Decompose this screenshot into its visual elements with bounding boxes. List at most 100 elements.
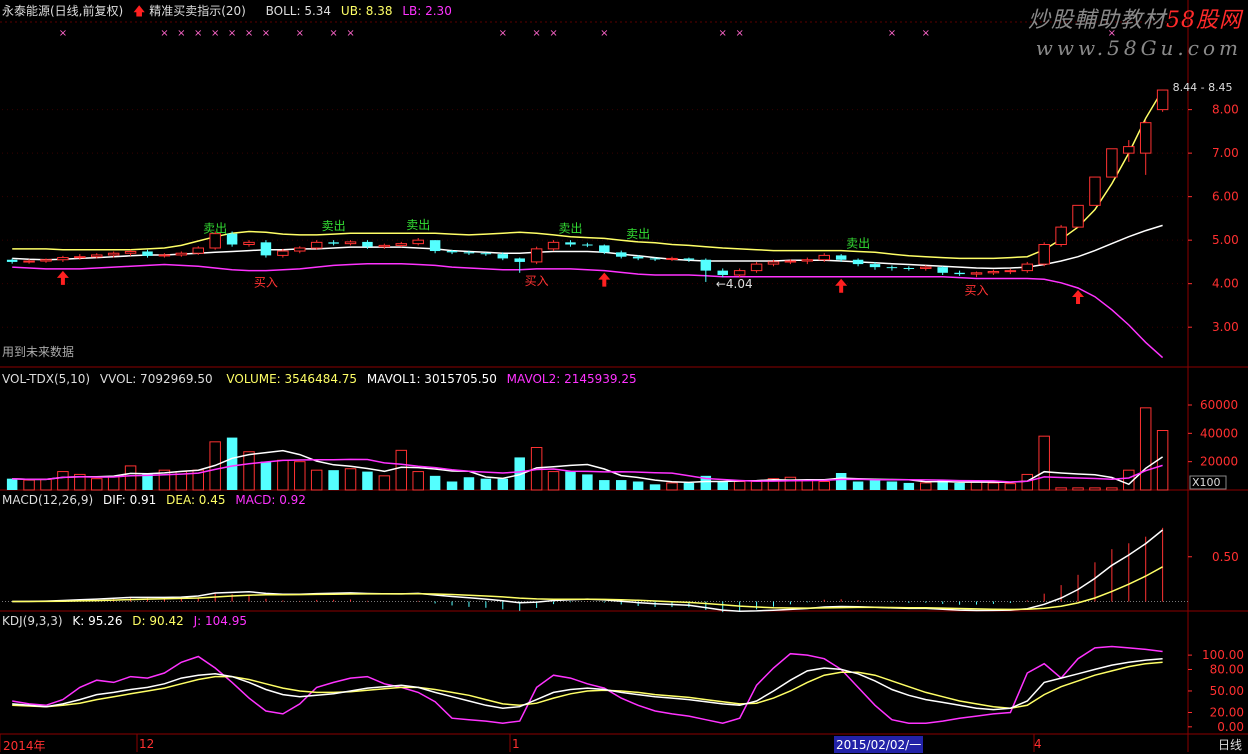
buy-arrow-icon: [56, 270, 69, 285]
candle-body: [57, 257, 69, 261]
x-label-4: 4: [1034, 737, 1042, 751]
candle[interactable]: [970, 271, 983, 278]
kdj-panel[interactable]: [12, 645, 1163, 724]
vol-name[interactable]: VOL-TDX(5,10): [2, 372, 90, 386]
candle[interactable]: [1055, 224, 1067, 247]
macd-name[interactable]: MACD(12,26,9): [2, 493, 93, 507]
candle[interactable]: [429, 240, 441, 254]
watermark: 炒股輔助教材58股网 www.58Gu.com: [1028, 2, 1242, 60]
candle[interactable]: [1072, 204, 1084, 228]
candle[interactable]: [733, 268, 746, 278]
lower-band-line: [12, 262, 1164, 359]
volume-bar: [1139, 407, 1152, 491]
volume-panel[interactable]: [6, 407, 1169, 491]
signal-x-icon: ×: [177, 28, 185, 39]
volume-bar: [565, 471, 576, 490]
indicator-name[interactable]: 精准买卖指示(20): [149, 4, 246, 18]
candle-body: [1004, 270, 1017, 273]
candle[interactable]: [158, 253, 171, 258]
candle-body: [6, 259, 18, 262]
candle[interactable]: [1139, 120, 1152, 175]
volume-bar: [260, 461, 272, 490]
buy-signal-label: 买入: [965, 283, 989, 297]
sell-signal-label: 卖出: [203, 222, 227, 236]
volume-bar: [344, 468, 357, 491]
candle[interactable]: [954, 270, 965, 276]
candle[interactable]: [395, 241, 408, 248]
candle[interactable]: [582, 242, 593, 248]
candle[interactable]: [175, 251, 188, 257]
candle[interactable]: [565, 240, 576, 247]
candle[interactable]: [378, 243, 391, 249]
candle[interactable]: [547, 240, 560, 252]
volume-bar: [649, 484, 661, 490]
candle[interactable]: [886, 265, 898, 271]
volume-bar: [90, 478, 103, 491]
kdj-tick-label: 50.00: [1210, 684, 1244, 698]
candle-body: [750, 263, 763, 272]
period-button[interactable]: 日线: [1218, 736, 1242, 753]
signal-x-icon: ×: [194, 28, 202, 39]
candle-body: [700, 259, 712, 271]
candle[interactable]: [260, 240, 272, 258]
candle[interactable]: [801, 257, 814, 265]
candle[interactable]: [1156, 89, 1169, 112]
stock-title[interactable]: 永泰能源(日线,前复权): [2, 4, 123, 18]
candle[interactable]: [530, 246, 543, 265]
volume-bar: [497, 478, 509, 490]
candle[interactable]: [328, 240, 339, 246]
candle-body: [294, 247, 306, 252]
candle-body: [886, 267, 898, 269]
ub-value: UB: 8.38: [340, 4, 393, 18]
candle[interactable]: [987, 269, 1000, 275]
candle[interactable]: [750, 261, 763, 273]
candle[interactable]: [903, 266, 915, 271]
sell-signal-label: 卖出: [322, 219, 346, 233]
signal-x-icon: ×: [719, 28, 727, 39]
macd-panel[interactable]: [2, 527, 1188, 613]
candle[interactable]: [1004, 268, 1017, 275]
kdj-header: KDJ(9,3,3) K: 95.26 D: 90.42 J: 104.95: [2, 614, 253, 628]
signal-x-icon: ×: [160, 28, 168, 39]
volume-bar: [582, 474, 593, 490]
candle[interactable]: [1038, 242, 1050, 267]
candle-body: [192, 247, 205, 254]
candle[interactable]: [310, 240, 323, 250]
volume-bar: [733, 481, 746, 491]
candle[interactable]: [1106, 148, 1118, 178]
volume-bar: [480, 478, 492, 490]
vol-mavol1: MAVOL1: 3015705.50: [366, 372, 497, 386]
candle-body: [818, 254, 830, 261]
future-data-note: 用到未来数据: [2, 345, 75, 359]
selected-date[interactable]: 2015/02/02/一: [834, 736, 924, 753]
candle[interactable]: [852, 258, 864, 267]
candle[interactable]: [142, 249, 153, 258]
volume-bar: [835, 473, 847, 490]
candle[interactable]: [294, 246, 306, 254]
kdj-d: D: 90.42: [132, 614, 184, 628]
candle[interactable]: [412, 237, 424, 246]
macd-tick-label: 0.50: [1212, 550, 1239, 564]
candle[interactable]: [683, 257, 695, 262]
candle[interactable]: [937, 266, 948, 275]
candle[interactable]: [192, 246, 205, 255]
kdj-name[interactable]: KDJ(9,3,3): [2, 614, 63, 628]
candle[interactable]: [700, 258, 712, 282]
candle-body: [480, 253, 492, 255]
candle[interactable]: [1021, 261, 1034, 273]
price-tick-label: 3.00: [1212, 320, 1239, 334]
candle[interactable]: [243, 240, 255, 247]
candle[interactable]: [57, 255, 69, 262]
candle[interactable]: [344, 240, 357, 246]
candle-body: [107, 252, 120, 256]
j-line: [12, 645, 1163, 724]
signal-x-icon: ×: [59, 28, 67, 39]
candle[interactable]: [1089, 176, 1101, 206]
watermark-line1: 炒股輔助教材: [1027, 8, 1166, 33]
candle-body: [23, 260, 35, 263]
candle[interactable]: [666, 256, 678, 262]
price-panel[interactable]: [6, 89, 1169, 359]
candle[interactable]: [615, 250, 627, 259]
candle[interactable]: [226, 231, 238, 247]
kdj-tick-label: 0.00: [1217, 720, 1244, 734]
